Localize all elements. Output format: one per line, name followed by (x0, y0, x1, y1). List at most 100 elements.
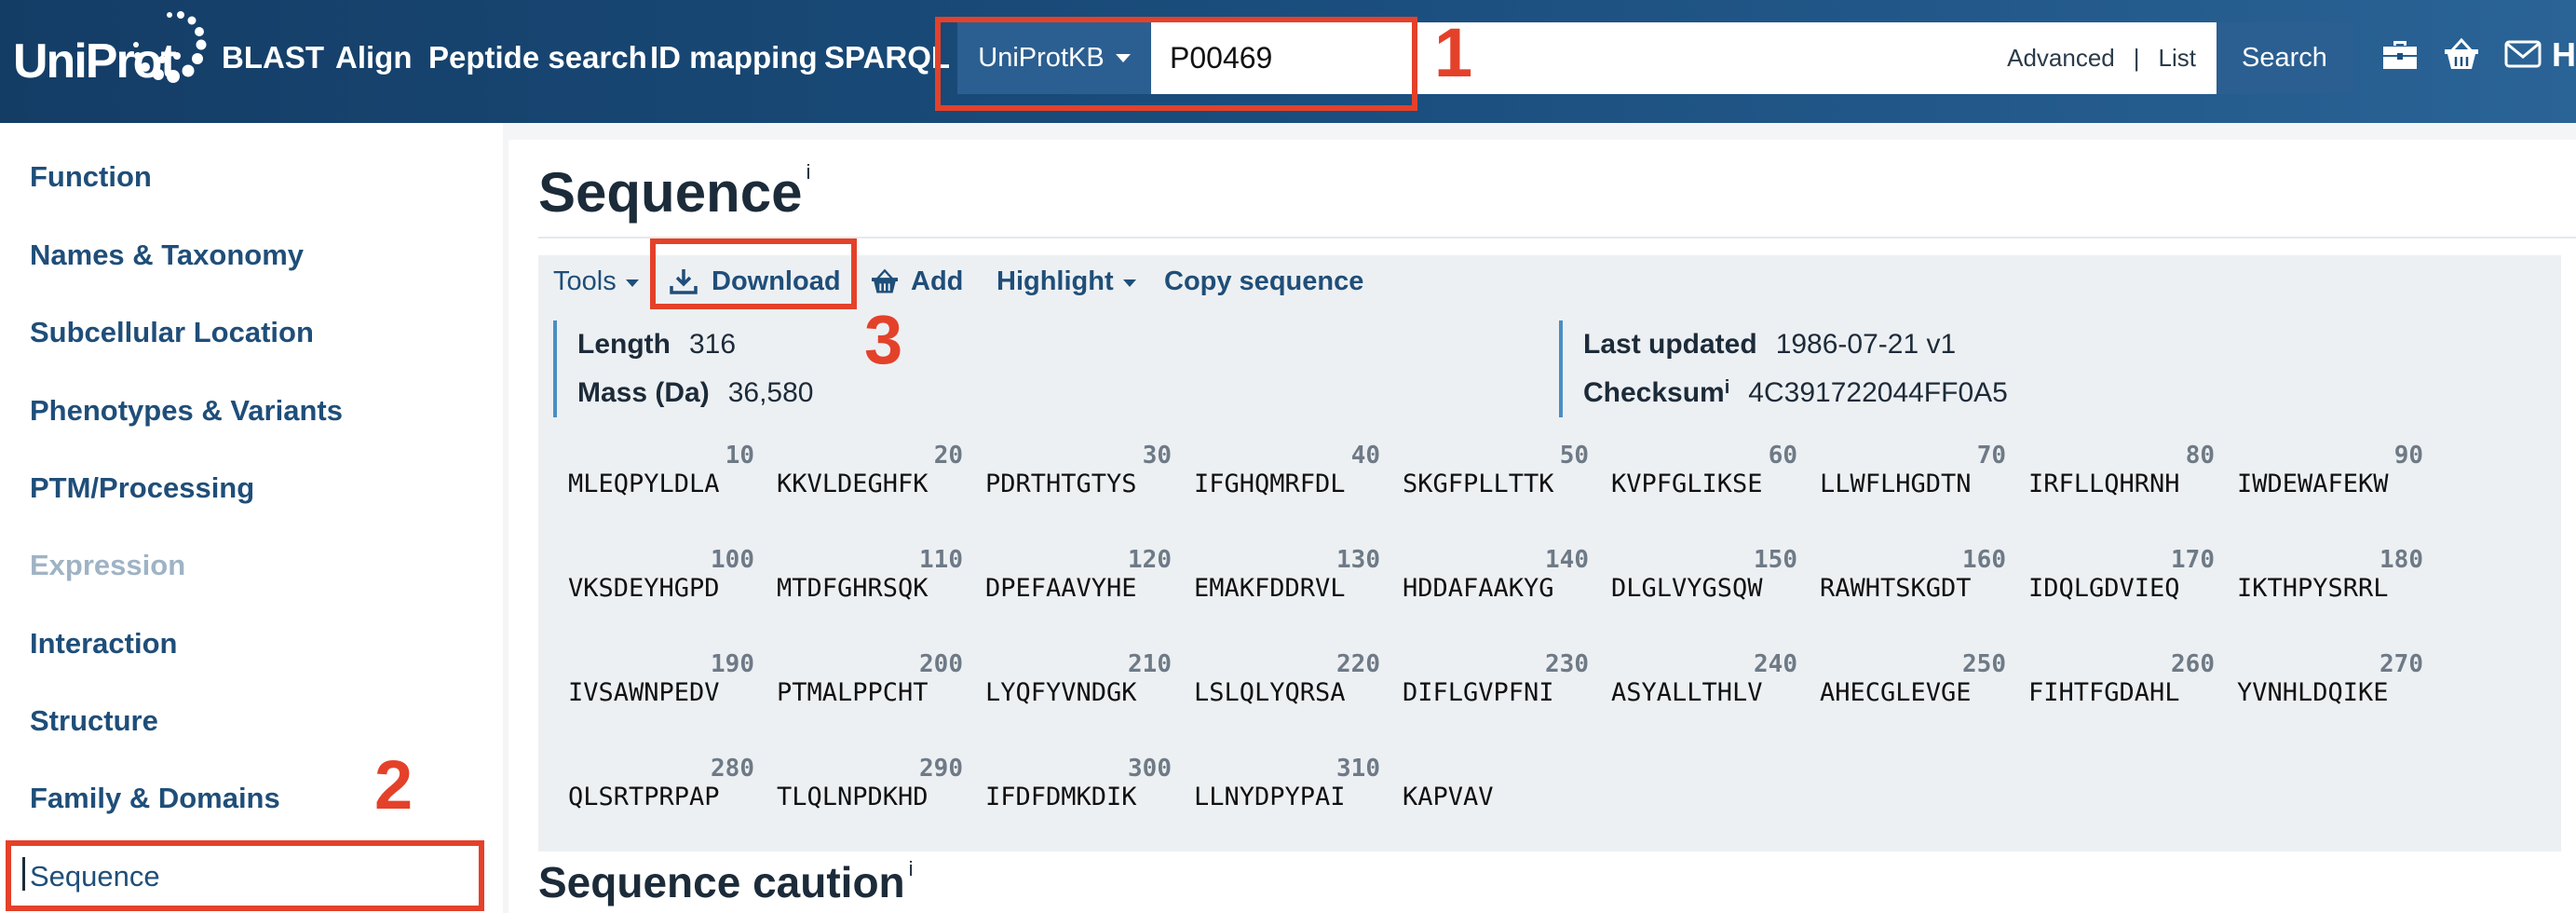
sequence-chunk: 290 TLQLNPDKHD (777, 755, 963, 829)
residue-position: 40 (1350, 442, 1380, 470)
sequence-chunk: 90 IWDEWAFEKW (2237, 442, 2423, 516)
nav-peptide-search[interactable]: Peptide search (428, 0, 647, 116)
residue-block: KVPFGLIKSE (1611, 470, 1763, 498)
section-sidebar: Function Names & Taxonomy Subcellular Lo… (0, 123, 503, 913)
chevron-down-icon (1122, 279, 1136, 287)
info-icon[interactable]: i (909, 857, 914, 880)
sequence-chunk: 150 DLGLVYGSQW (1611, 546, 1797, 620)
toolbox-icon[interactable] (2379, 34, 2420, 75)
sequence-info-right: Last updated 1986-07-21 v1 Checksumi 4C391… (1559, 320, 2008, 417)
nav-sparql[interactable]: SPARQL (824, 0, 950, 116)
chevron-down-icon (625, 279, 639, 287)
annotation-box-3 (650, 238, 857, 309)
residue-block: IRFLLQHRNH (2028, 470, 2180, 498)
residue-block: IFGHQMRFDL (1194, 470, 1346, 498)
sequence-chunk: 270 YVNHLDQIKE (2237, 650, 2423, 725)
sequence-chunk: 300 IFDFDMKDIK (985, 755, 1172, 829)
residue-position: 180 (2379, 546, 2423, 574)
residue-position: 270 (2379, 650, 2423, 678)
residue-position: 220 (1336, 650, 1380, 678)
mail-icon[interactable] (2502, 34, 2543, 75)
sequence-chunk: 100 VKSDEYHGPD (568, 546, 754, 620)
residue-block: IWDEWAFEKW (2237, 470, 2389, 498)
info-icon[interactable]: i (806, 160, 810, 184)
residue-position: 130 (1336, 546, 1380, 574)
residue-block: FIHTFGDAHL (2028, 678, 2180, 707)
residue-position: 20 (933, 442, 963, 470)
help-link[interactable]: H (2552, 35, 2576, 75)
sequence-panel: Tools Download Add Highlight Copy sequen… (538, 255, 2561, 852)
residue-position: 250 (1962, 650, 2006, 678)
annotation-box-2 (6, 840, 484, 911)
residue-block: PDRTHTGTYS (985, 470, 1137, 498)
info-icon[interactable]: i (1725, 377, 1730, 398)
residue-block: KAPVAV (1403, 783, 1494, 811)
sidebar-item-expression: Expression (30, 549, 186, 581)
sidebar-item-structure[interactable]: Structure (30, 704, 158, 738)
residue-block: LLNYDPYPAI (1194, 783, 1346, 811)
sequence-chunk: 220 LSLQLYQRSA (1194, 650, 1380, 725)
basket-icon[interactable] (2441, 34, 2482, 75)
sequence-chunk: 280 QLSRTPRPAP (568, 755, 754, 829)
nav-id-mapping[interactable]: ID mapping (650, 0, 818, 116)
sequence-row: 100 VKSDEYHGPD 110 MTDFGHRSQK 120 DPEFAAVYHE 1… (568, 546, 2576, 650)
logo-dots-icon (133, 11, 207, 83)
sequence-chunk: 210 LYQFYVNDGK (985, 650, 1172, 725)
sequence-chunk: 50 SKGFPLLTTK (1403, 442, 1589, 516)
residue-position: 240 (1754, 650, 1797, 678)
list-search-link[interactable]: List (2159, 44, 2196, 73)
section-title-sequence-caution: Sequence caution i (538, 857, 914, 906)
residue-block: PTMALPPCHT (777, 678, 929, 707)
residue-block: LSLQLYQRSA (1194, 678, 1346, 707)
residue-block: YVNHLDQIKE (2237, 678, 2389, 707)
residue-position: 260 (2171, 650, 2215, 678)
page-title: Sequence i (538, 160, 811, 224)
sidebar-item-subcellular-location[interactable]: Subcellular Location (30, 316, 314, 349)
copy-sequence-button[interactable]: Copy sequence (1164, 255, 1363, 307)
residue-block: EMAKFDDRVL (1194, 574, 1346, 603)
sidebar-item-phenotypes-variants[interactable]: Phenotypes & Variants (30, 394, 343, 428)
sidebar-item-ptm-processing[interactable]: PTM/Processing (30, 471, 254, 505)
residue-position: 80 (2185, 442, 2215, 470)
residue-block: IFDFDMKDIK (985, 783, 1137, 811)
sequence-chunk: 310 LLNYDPYPAI (1194, 755, 1380, 829)
residue-block: KKVLDEGHFK (777, 470, 929, 498)
sequence-chunk: 30 PDRTHTGTYS (985, 442, 1172, 516)
tools-dropdown[interactable]: Tools (553, 255, 639, 307)
sequence-chunk: 130 EMAKFDDRVL (1194, 546, 1380, 620)
residue-position: 300 (1128, 755, 1172, 783)
length-row: Length 316 (577, 329, 737, 360)
nav-blast[interactable]: BLAST (222, 0, 324, 116)
residue-position: 230 (1545, 650, 1589, 678)
residue-block: LLWFLHGDTN (1820, 470, 1972, 498)
residue-block: IDQLGDVIEQ (2028, 574, 2180, 603)
residue-position: 190 (711, 650, 754, 678)
sequence-chunk: 70 LLWFLHGDTN (1820, 442, 2006, 516)
uniprot-logo[interactable]: UniProt (13, 7, 209, 110)
residue-position: 70 (1976, 442, 2006, 470)
sequence-row: 190 IVSAWNPEDV 200 PTMALPPCHT 210 LYQFYVNDGK 2… (568, 650, 2576, 755)
residue-position: 170 (2171, 546, 2215, 574)
search-button[interactable]: Search (2217, 22, 2352, 94)
residue-position: 10 (725, 442, 754, 470)
sidebar-item-interaction[interactable]: Interaction (30, 627, 177, 661)
residue-block: DPEFAAVYHE (985, 574, 1137, 603)
basket-icon (872, 268, 898, 293)
advanced-search-link[interactable]: Advanced (2007, 44, 2115, 73)
last-updated-row: Last updated 1986-07-21 v1 (1583, 329, 1957, 360)
sidebar-item-family-domains[interactable]: Family & Domains (30, 782, 280, 815)
sequence-chunk: 60 KVPFGLIKSE (1611, 442, 1797, 516)
nav-align[interactable]: Align (335, 0, 412, 116)
highlight-dropdown[interactable]: Highlight (997, 255, 1136, 307)
sidebar-item-function[interactable]: Function (30, 160, 152, 194)
sequence-chunk: 260 FIHTFGDAHL (2028, 650, 2215, 725)
residue-block: LYQFYVNDGK (985, 678, 1137, 707)
residue-position: 280 (711, 755, 754, 783)
residue-block: MTDFGHRSQK (777, 574, 929, 603)
mass-row: Mass (Da) 36,580 (577, 377, 814, 408)
annotation-label-3: 3 (864, 301, 903, 378)
residue-block: DIFLGVPFNI (1403, 678, 1554, 707)
sidebar-item-names-taxonomy[interactable]: Names & Taxonomy (30, 238, 304, 272)
residue-block: AHECGLEVGE (1820, 678, 1972, 707)
residue-block: MLEQPYLDLA (568, 470, 720, 498)
